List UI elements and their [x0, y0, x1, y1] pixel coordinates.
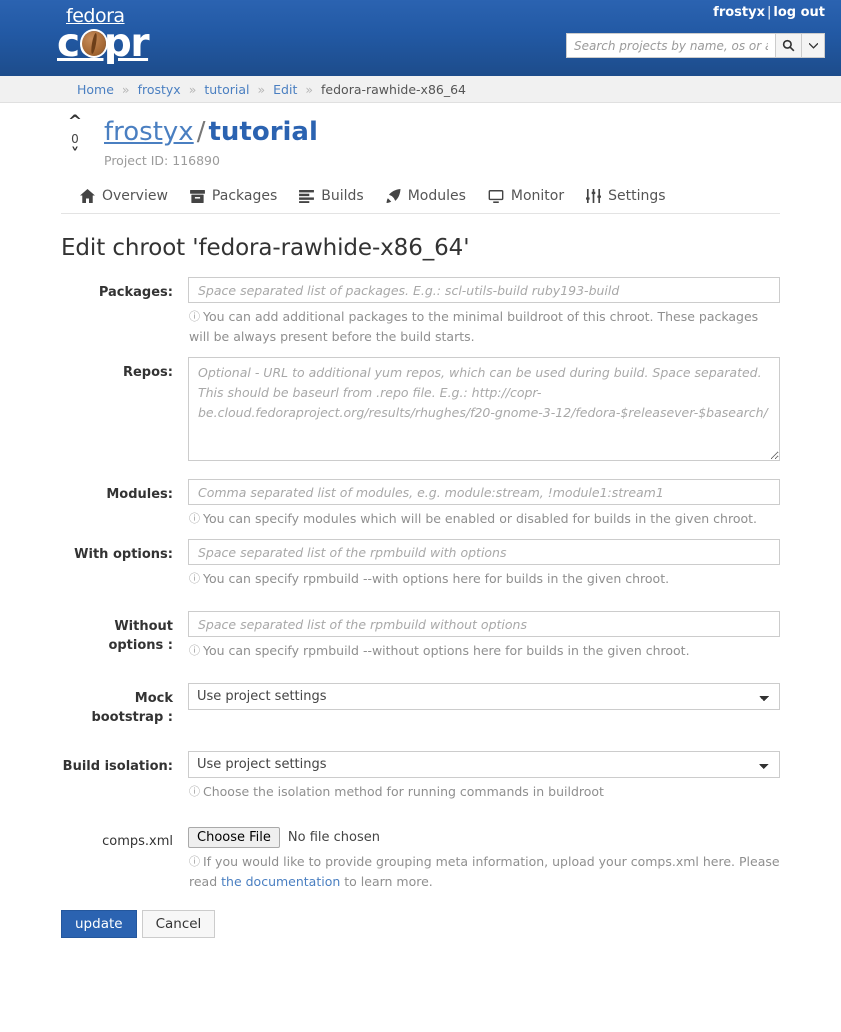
modules-input[interactable] — [188, 479, 780, 505]
project-header: ^ 0 ˅ frostyx / tutorial Project ID: 11689… — [0, 103, 841, 181]
label-mock-bootstrap: Mock bootstrap : — [91, 691, 173, 725]
site-logo[interactable]: fedora copr — [57, 7, 167, 69]
help-with-options: ⓘ You can specify rpmbuild --with options… — [188, 569, 780, 589]
list-stack-icon — [299, 189, 315, 203]
logo-copr-text: copr — [57, 24, 167, 63]
breadcrumb: Home » frostyx » tutorial » Edit » fedor… — [0, 76, 841, 103]
edit-chroot-form: Edit chroot 'fedora-rawhide-x86_64' Pack… — [0, 235, 841, 938]
info-circle-icon: ⓘ — [189, 310, 200, 323]
field-row-modules: Modules: ⓘYou can specify modules which … — [61, 479, 780, 529]
help-comps-xml: ⓘ If you would like to provide grouping m… — [189, 854, 780, 889]
site-header: fedora copr frostyx|log out — [0, 0, 841, 76]
username-link[interactable]: frostyx — [713, 5, 765, 20]
update-button[interactable]: update — [61, 910, 137, 938]
archive-box-icon — [189, 189, 205, 203]
title-slash: / — [196, 117, 206, 147]
vote-widget: ^ 0 ˅ — [61, 114, 89, 164]
label-without-options: Without options : — [108, 619, 173, 653]
sliders-icon — [586, 189, 602, 203]
tab-label: Modules — [407, 188, 466, 204]
breadcrumb-item-home[interactable]: Home — [77, 82, 114, 97]
info-circle-icon: ⓘ — [189, 855, 200, 868]
breadcrumb-separator: » — [188, 81, 197, 97]
label-comps-xml: comps.xml — [102, 834, 173, 849]
tab-label: Monitor — [510, 188, 565, 204]
breadcrumb-item-frostyx[interactable]: frostyx — [138, 82, 181, 97]
chevron-down-icon[interactable]: ˅ — [61, 147, 89, 164]
breadcrumb-separator: » — [121, 81, 130, 97]
field-row-mock-bootstrap: Mock bootstrap : Use project settings — [61, 683, 780, 727]
breadcrumb-separator: » — [257, 81, 266, 97]
info-circle-icon: ⓘ — [189, 512, 200, 525]
coffee-bean-icon — [82, 31, 106, 56]
tab-settings[interactable]: Settings — [581, 188, 682, 213]
info-circle-icon: ⓘ — [189, 785, 200, 798]
search-icon[interactable] — [775, 33, 801, 58]
help-packages: ⓘ You can add additional packages to the … — [189, 309, 759, 344]
label-packages: Packages: — [98, 285, 173, 300]
comps-xml-file-input[interactable]: Choose File No file chosen — [188, 826, 780, 848]
label-repos: Repos: — [122, 365, 173, 380]
tab-monitor[interactable]: Monitor — [483, 188, 581, 213]
form-heading: Edit chroot 'fedora-rawhide-x86_64' — [61, 235, 470, 261]
packages-input[interactable] — [188, 277, 780, 303]
field-row-with-options: With options: ⓘYou can specify rpmbuild … — [61, 539, 780, 589]
chevron-up-icon[interactable]: ^ — [61, 114, 89, 131]
repos-textarea[interactable] — [188, 357, 780, 461]
documentation-link[interactable]: the documentation — [221, 874, 340, 889]
choose-file-button[interactable]: Choose File — [188, 827, 280, 848]
label-modules: Modules: — [106, 487, 173, 502]
tab-label: Packages — [211, 188, 278, 204]
search-input[interactable] — [566, 33, 775, 58]
desktop-monitor-icon — [488, 189, 504, 203]
label-build-isolation: Build isolation: — [62, 759, 173, 774]
field-row-comps-xml: comps.xml Choose File No file chosen ⓘ If… — [61, 826, 780, 892]
label-with-options: With options: — [74, 547, 173, 562]
user-bar: frostyx | log out — [713, 5, 825, 20]
chosen-file-name: No file chosen — [287, 830, 380, 845]
project-nav: Overview Packages Builds Modules Monitor — [61, 181, 780, 214]
breadcrumb-item-edit[interactable]: Edit — [273, 82, 297, 97]
project-owner-link[interactable]: frostyx — [104, 117, 194, 147]
help-build-isolation: ⓘ Choose the isolation method for running… — [188, 782, 780, 802]
breadcrumb-separator: » — [305, 81, 314, 97]
tab-modules[interactable]: Modules — [381, 188, 483, 213]
tab-packages[interactable]: Packages — [185, 188, 294, 213]
form-actions: update Cancel — [61, 910, 780, 938]
mock-bootstrap-select[interactable]: Use project settings — [188, 683, 780, 710]
without-options-input[interactable] — [188, 611, 780, 637]
chevron-down-icon[interactable] — [801, 33, 825, 58]
project-id-label: Project ID: 116890 — [104, 153, 220, 168]
page-title: frostyx / tutorial — [104, 117, 318, 147]
breadcrumb-item-current: fedora-rawhide-x86_64 — [321, 81, 467, 97]
field-row-packages: Packages: ⓘYou can add additional packag… — [61, 277, 780, 347]
field-row-without-options: Without options : ⓘYou can specify rpmbu… — [61, 611, 780, 661]
help-without-options: ⓘ You can specify rpmbuild --without opti… — [188, 641, 780, 661]
logout-link[interactable]: log out — [773, 5, 825, 20]
tab-overview[interactable]: Overview — [75, 188, 185, 213]
search-group — [566, 33, 825, 58]
field-row-build-isolation: Build isolation: Use project settings ⓘ C… — [61, 751, 780, 802]
help-modules: ⓘ You can specify modules which will be e… — [188, 509, 780, 529]
project-title-block: frostyx / tutorial Project ID: 116890 — [104, 117, 318, 168]
breadcrumb-item-tutorial[interactable]: tutorial — [204, 82, 249, 97]
tab-label: Settings — [608, 188, 666, 204]
field-row-repos: Repos: — [61, 357, 780, 465]
tab-label: Overview — [102, 188, 168, 204]
rocket-icon — [386, 189, 401, 203]
cancel-button[interactable]: Cancel — [141, 910, 216, 938]
tab-builds[interactable]: Builds — [294, 188, 380, 213]
info-circle-icon: ⓘ — [189, 572, 200, 585]
project-name: tutorial — [208, 117, 318, 147]
build-isolation-select[interactable]: Use project settings — [188, 751, 780, 778]
home-icon — [80, 189, 95, 203]
info-circle-icon: ⓘ — [189, 644, 200, 657]
with-options-input[interactable] — [188, 539, 780, 565]
tab-label: Builds — [321, 188, 364, 204]
